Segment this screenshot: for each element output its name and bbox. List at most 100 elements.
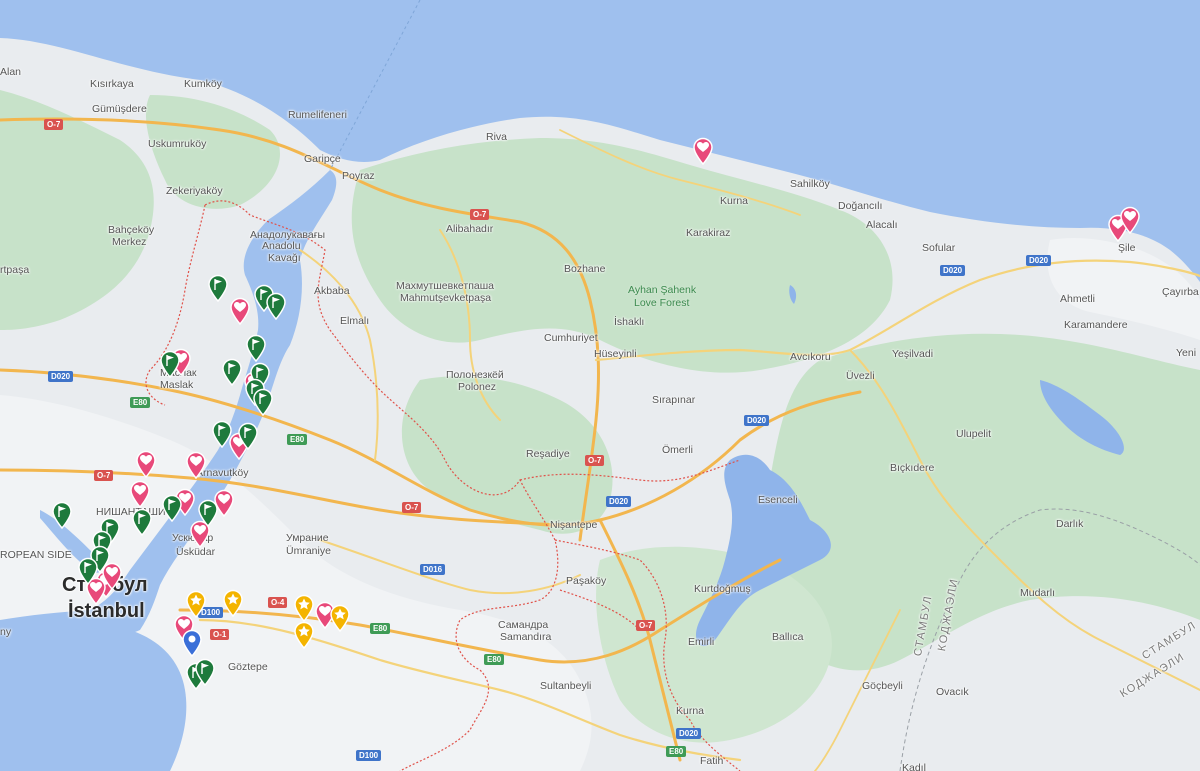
- place-label-karamandere[interactable]: Karamandere: [1064, 319, 1128, 331]
- marmara-sea: [0, 628, 187, 771]
- flag-pin-icon[interactable]: [211, 420, 233, 448]
- place-label-karakiraz[interactable]: Karakiraz: [686, 227, 730, 239]
- flag-pin-icon[interactable]: [159, 350, 181, 378]
- place-label-alibahadir[interactable]: Alibahadır: [446, 223, 493, 235]
- place-label-akbaba[interactable]: Akbaba: [314, 285, 350, 297]
- place-label-anadolu[interactable]: Anadolu: [262, 240, 301, 252]
- place-label-emirli[interactable]: Emirli: [688, 636, 714, 648]
- place-label-sultanbeyli[interactable]: Sultanbeyli: [540, 680, 591, 692]
- place-label-rumelifeneri[interactable]: Rumelifeneri: [288, 109, 347, 121]
- map-canvas[interactable]: Alan Kısırkaya Kumköy Gümüşdere Rumelifeneri…: [0, 0, 1200, 771]
- flag-pin-icon[interactable]: [197, 499, 219, 527]
- road-shield-e80: E80: [287, 434, 308, 445]
- flag-pin-icon[interactable]: [221, 358, 243, 386]
- place-label-mahmut[interactable]: Mahmutşevketpaşa: [400, 292, 491, 304]
- flag-pin-icon[interactable]: [77, 557, 99, 585]
- place-label-umraniye[interactable]: Ümraniye: [286, 545, 331, 557]
- place-label-ayhan1[interactable]: Ayhan Şahenk: [628, 284, 696, 296]
- place-label-kadikoy_cut[interactable]: Kadıl: [902, 762, 926, 771]
- heart-pin-icon[interactable]: [185, 451, 207, 479]
- place-label-mahmut_cyr[interactable]: Махмутшевкетпаша: [396, 280, 494, 292]
- place-label-poyraz[interactable]: Poyraz: [342, 170, 375, 182]
- place-label-darlik[interactable]: Darlık: [1056, 518, 1083, 530]
- star-pin-icon[interactable]: [222, 589, 244, 617]
- flag-pin-icon[interactable]: [207, 274, 229, 302]
- place-label-kurna[interactable]: Kurna: [720, 195, 748, 207]
- blue-pin-icon[interactable]: [181, 629, 203, 657]
- place-label-kurtdogmus[interactable]: Kurtdoğmuş: [694, 583, 751, 595]
- heart-pin-icon[interactable]: [129, 480, 151, 508]
- flag-pin-icon[interactable]: [245, 334, 267, 362]
- star-pin-icon[interactable]: [293, 621, 315, 649]
- place-label-avcikoru[interactable]: Avcıkoru: [790, 351, 831, 363]
- road-shield-o-4: O-4: [268, 597, 288, 608]
- place-label-sahilkoy[interactable]: Sahilköy: [790, 178, 830, 190]
- place-label-polonez[interactable]: Polonez: [458, 381, 496, 393]
- place-label-polonez_cyr[interactable]: Полонезкёй: [446, 369, 504, 381]
- place-label-gocbeyli[interactable]: Göçbeyli: [862, 680, 903, 692]
- flag-pin-icon[interactable]: [131, 508, 153, 536]
- place-label-dogancili[interactable]: Doğancılı: [838, 200, 882, 212]
- road-shield-o-7: O-7: [402, 502, 422, 513]
- heart-pin-icon[interactable]: [135, 450, 157, 478]
- place-label-alacali[interactable]: Alacalı: [866, 219, 898, 231]
- place-label-samandira_cyr[interactable]: Самандра: [498, 619, 548, 631]
- place-label-ovacik[interactable]: Ovacık: [936, 686, 969, 698]
- place-label-ny[interactable]: ny: [0, 626, 11, 638]
- place-label-bahcekoy[interactable]: Bahçeköy: [108, 224, 154, 236]
- place-label-sirapinar[interactable]: Sırapınar: [652, 394, 695, 406]
- flag-pin-icon[interactable]: [194, 658, 216, 686]
- place-label-omerli[interactable]: Ömerli: [662, 444, 693, 456]
- flag-pin-icon[interactable]: [161, 494, 183, 522]
- place-label-ishakli[interactable]: İshaklı: [614, 316, 644, 328]
- place-label-nisantepe[interactable]: Nişantepe: [550, 519, 597, 531]
- place-label-resadiye[interactable]: Reşadiye: [526, 448, 570, 460]
- place-label-yeni[interactable]: Yeni: [1176, 347, 1196, 359]
- flag-pin-icon[interactable]: [51, 501, 73, 529]
- place-label-samandira[interactable]: Samandıra: [500, 631, 551, 643]
- place-label-uvezli[interactable]: Üvezli: [846, 370, 875, 382]
- place-label-cumhuriyet[interactable]: Cumhuriyet: [544, 332, 598, 344]
- flag-pin-icon[interactable]: [252, 388, 274, 416]
- place-label-zekeriyakoy[interactable]: Zekeriyaköy: [166, 185, 223, 197]
- place-label-bicki[interactable]: Bıçkıdere: [890, 462, 934, 474]
- place-label-kurna2[interactable]: Kurna: [676, 705, 704, 717]
- place-label-esenceli[interactable]: Esenceli: [758, 494, 798, 506]
- place-label-kurtpasa[interactable]: rtpaşa: [0, 264, 29, 276]
- star-pin-icon[interactable]: [293, 594, 315, 622]
- place-label-ulupelit[interactable]: Ulupelit: [956, 428, 991, 440]
- place-label-sile[interactable]: Şile: [1118, 242, 1136, 254]
- place-label-maslak[interactable]: Maslak: [160, 379, 193, 391]
- place-label-sofular[interactable]: Sofular: [922, 242, 955, 254]
- place-label-garipce[interactable]: Garipçe: [304, 153, 341, 165]
- place-label-gumusdere[interactable]: Gümüşdere: [92, 103, 147, 115]
- place-label-ayhan2[interactable]: Love Forest: [634, 297, 689, 309]
- place-label-goztepe[interactable]: Göztepe: [228, 661, 268, 673]
- flag-pin-icon[interactable]: [265, 292, 287, 320]
- heart-pin-icon[interactable]: [1119, 206, 1141, 234]
- place-label-kumkoy[interactable]: Kumköy: [184, 78, 222, 90]
- place-label-alan[interactable]: Alan: [0, 66, 21, 78]
- place-label-mudarli[interactable]: Mudarlı: [1020, 587, 1055, 599]
- place-label-fatih[interactable]: Fatih: [700, 755, 723, 767]
- place-label-umraniye_cyr[interactable]: Умрание: [286, 532, 329, 544]
- place-label-kavagi[interactable]: Kavağı: [268, 252, 301, 264]
- place-label-elmali[interactable]: Elmalı: [340, 315, 369, 327]
- place-label-yesilvadi[interactable]: Yeşilvadi: [892, 348, 933, 360]
- place-label-ballica[interactable]: Ballıca: [772, 631, 804, 643]
- place-label-kisirkaya[interactable]: Kısırkaya: [90, 78, 134, 90]
- place-label-bozhane[interactable]: Bozhane: [564, 263, 605, 275]
- place-label-pasakoy[interactable]: Paşaköy: [566, 575, 606, 587]
- place-label-huseyinli[interactable]: Hüseyinli: [594, 348, 637, 360]
- star-pin-icon[interactable]: [329, 604, 351, 632]
- flag-pin-icon[interactable]: [237, 422, 259, 450]
- place-label-european_side[interactable]: ROPEAN SIDE: [0, 549, 72, 561]
- star-pin-icon[interactable]: [185, 590, 207, 618]
- place-label-riva[interactable]: Riva: [486, 131, 507, 143]
- heart-pin-icon[interactable]: [692, 137, 714, 165]
- heart-pin-icon[interactable]: [229, 297, 251, 325]
- place-label-cayirbasi[interactable]: Çayırba: [1162, 286, 1199, 298]
- place-label-merkez[interactable]: Merkez: [112, 236, 146, 248]
- place-label-uskumrukoy[interactable]: Uskumruköy: [148, 138, 206, 150]
- place-label-ahmetli[interactable]: Ahmetli: [1060, 293, 1095, 305]
